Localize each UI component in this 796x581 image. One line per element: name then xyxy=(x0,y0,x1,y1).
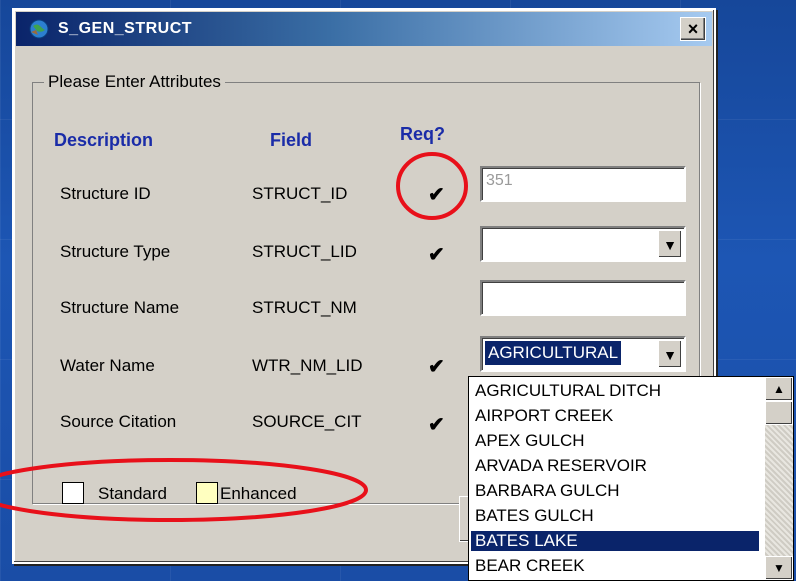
req-circle-annotation xyxy=(396,152,468,220)
list-item[interactable]: APEX GULCH xyxy=(473,431,587,451)
list-item[interactable]: BEAR CREEK xyxy=(473,556,587,576)
scroll-thumb[interactable] xyxy=(765,401,793,425)
scroll-down-icon[interactable]: ▼ xyxy=(765,556,793,580)
scroll-up-icon[interactable]: ▲ xyxy=(765,377,793,401)
list-item[interactable]: BARBARA GULCH xyxy=(473,481,622,501)
dropdown-scrollbar[interactable]: ▲ ▼ xyxy=(765,377,793,580)
list-item[interactable]: AGRICULTURAL DITCH xyxy=(473,381,663,401)
list-item[interactable]: BATES GULCH xyxy=(473,506,596,526)
water-name-dropdown-list[interactable]: AGRICULTURAL DITCH AIRPORT CREEK APEX GU… xyxy=(468,376,794,581)
legend-circle-annotation xyxy=(0,458,368,522)
list-item[interactable]: AIRPORT CREEK xyxy=(473,406,615,426)
list-item-selected[interactable]: BATES LAKE xyxy=(471,531,759,551)
list-item[interactable]: ARVADA RESERVOIR xyxy=(473,456,649,476)
